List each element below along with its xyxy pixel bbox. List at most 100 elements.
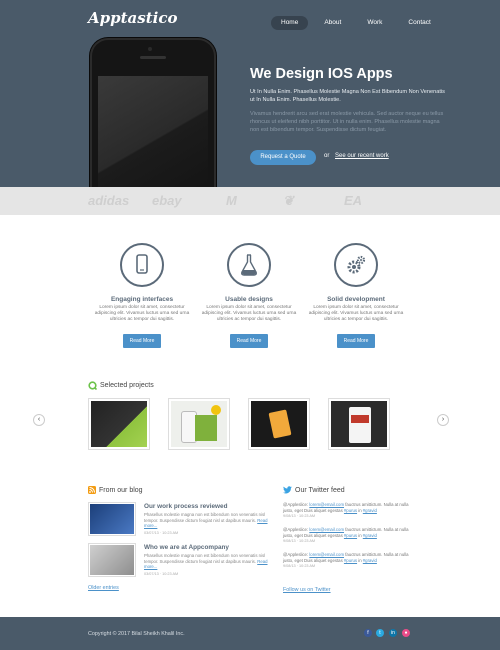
tweet: @Appleslice: lorem@email.com fauctrus am… xyxy=(283,527,411,544)
nav-work[interactable]: Work xyxy=(357,16,392,30)
project-thumbnail-4[interactable] xyxy=(328,398,390,450)
blog-title: From our blog xyxy=(99,486,143,494)
feature-text: Lorem ipsum dolor sit amet, consectetur … xyxy=(308,305,404,323)
or-label: or xyxy=(324,153,330,159)
adidas-trefoil-logo: ❦ xyxy=(283,193,294,208)
recent-work-link[interactable]: See our recent work xyxy=(335,153,389,159)
linkedin-icon[interactable]: in xyxy=(389,629,397,637)
blog-post-meta: 03/07/13 · 10:23 AM xyxy=(144,531,179,535)
tweet-hashtag[interactable]: #purus xyxy=(344,508,357,513)
hero-subtext: Vivamus hendrerit arcu sed erat molestie… xyxy=(250,111,444,133)
tweet-link[interactable]: lorem@email.com xyxy=(309,527,344,532)
feature-text: Lorem ipsum dolor sit amet, consectetur … xyxy=(201,305,297,323)
blog-image xyxy=(90,545,134,575)
blog-post-excerpt: Phasellus molestie magna non est bibendu… xyxy=(144,553,269,570)
tweet-date: 9/08/13 · 10:23 AM xyxy=(283,538,316,543)
tweet: @Appleslice: lorem@email.com fauctrus am… xyxy=(283,502,411,519)
nav-home[interactable]: Home xyxy=(271,16,309,30)
main-nav: Home About Work Contact xyxy=(271,16,441,30)
nav-about[interactable]: About xyxy=(314,16,351,30)
ea-logo: EA xyxy=(344,193,363,208)
tweet-hashtag[interactable]: #gravid xyxy=(363,508,377,513)
app-screen xyxy=(349,407,371,443)
hero-section: Apptastico Home About Work Contact We De… xyxy=(0,0,500,187)
phone-screen xyxy=(98,76,208,187)
logo[interactable]: Apptastico xyxy=(88,9,177,27)
read-more-button[interactable]: Read More xyxy=(123,333,161,348)
dribbble-icon[interactable]: ● xyxy=(402,629,410,637)
tweet-link[interactable]: lorem@email.com xyxy=(309,502,344,507)
project-thumbnail-2[interactable] xyxy=(168,398,230,450)
older-entries-link[interactable]: Older entries xyxy=(88,585,119,591)
blog-post-title[interactable]: Our work process reviewed xyxy=(144,503,227,510)
projects-title: Selected projects xyxy=(100,382,154,389)
psd-badge xyxy=(211,405,221,415)
blog-post: Our work process reviewed Phasellus mole… xyxy=(88,502,268,536)
hero-lead: Ut In Nulla Enim. Phasellus Molestie Mag… xyxy=(250,89,445,103)
project-thumbnail-3[interactable] xyxy=(248,398,310,450)
twitter-icon[interactable]: t xyxy=(376,629,384,637)
tweet-hashtag[interactable]: #purus xyxy=(344,558,357,563)
feature-title: Engaging interfaces xyxy=(110,296,174,303)
project-image xyxy=(331,401,387,447)
blog-heading: From our blog xyxy=(88,486,143,494)
twitter-bird-icon xyxy=(283,486,292,494)
nav-contact[interactable]: Contact xyxy=(398,16,440,30)
facebook-icon[interactable]: f xyxy=(364,629,372,637)
read-more-button[interactable]: Read More xyxy=(337,333,375,348)
feature-title: Usable designs xyxy=(225,296,273,303)
project-image xyxy=(91,401,147,447)
clients-strip: adidas ebay M ❦ EA xyxy=(0,187,500,215)
tweet-handle: @Appleslice: xyxy=(283,502,310,507)
project-thumbnail-1[interactable] xyxy=(88,398,150,450)
blog-thumbnail[interactable] xyxy=(88,502,136,536)
project-image xyxy=(171,401,227,447)
twitter-heading: Our Twitter feed xyxy=(283,486,345,494)
hero-title: We Design IOS Apps xyxy=(250,66,393,82)
rss-icon xyxy=(88,486,96,494)
feature-usable: Usable designs Lorem ipsum dolor sit ame… xyxy=(197,243,301,348)
flask-icon xyxy=(227,243,271,287)
projects-heading: Selected projects xyxy=(88,381,154,390)
blog-post-title[interactable]: Who we are at Appcompany xyxy=(144,544,229,551)
blog-post: Who we are at Appcompany Phasellus moles… xyxy=(88,543,268,577)
blog-image xyxy=(90,504,134,534)
tweet-hashtag[interactable]: #gravid xyxy=(363,558,377,563)
tweet: @Appleslice: lorem@email.com fauctrus am… xyxy=(283,552,411,569)
mcdonalds-logo: M xyxy=(226,193,237,208)
app-screen xyxy=(268,409,292,439)
tweet-date: 9/08/13 · 10:23 AM xyxy=(283,563,316,568)
follow-twitter-link[interactable]: Follow us on Twitter xyxy=(283,587,331,593)
tweet-handle: @Appleslice: xyxy=(283,552,310,557)
psd-box xyxy=(195,415,217,441)
tweet-link[interactable]: lorem@email.com xyxy=(309,552,344,557)
read-more-button[interactable]: Read More xyxy=(230,333,268,348)
speaker-slot xyxy=(140,56,166,59)
copyright: Copyright © 2017 Bilal Sheikh Khalil Inc… xyxy=(88,631,185,637)
feature-solid: Solid development Lorem ipsum dolor sit … xyxy=(304,243,408,348)
carousel-prev-arrow[interactable]: ‹ xyxy=(33,414,45,426)
twitter-title: Our Twitter feed xyxy=(295,486,345,494)
excerpt-text: Phasellus molestie magna non est bibendu… xyxy=(144,553,266,564)
adidas-logo: adidas xyxy=(88,193,130,208)
feature-text: Lorem ipsum dolor sit amet, consectetur … xyxy=(94,305,190,323)
footer: Copyright © 2017 Bilal Sheikh Khalil Inc… xyxy=(0,617,500,650)
tweet-date: 9/08/13 · 10:23 AM xyxy=(283,513,316,518)
request-quote-button[interactable]: Request a Quote xyxy=(250,150,316,165)
blog-post-meta: 03/07/13 · 10:23 AM xyxy=(144,572,179,576)
blog-thumbnail[interactable] xyxy=(88,543,136,577)
project-image xyxy=(251,401,307,447)
iphone-image xyxy=(90,38,216,187)
feature-title: Solid development xyxy=(327,296,385,303)
phone-icon xyxy=(120,243,164,287)
tweet-hashtag[interactable]: #purus xyxy=(344,533,357,538)
camera-dot xyxy=(148,47,152,51)
feature-engaging: Engaging interfaces Lorem ipsum dolor si… xyxy=(90,243,194,348)
carousel-next-arrow[interactable]: › xyxy=(437,414,449,426)
projects-icon xyxy=(88,381,97,390)
tweet-handle: @Appleslice: xyxy=(283,527,310,532)
tweet-hashtag[interactable]: #gravid xyxy=(363,533,377,538)
excerpt-text: Phasellus molestie magna non est bibendu… xyxy=(144,512,266,523)
gears-icon xyxy=(334,243,378,287)
blog-post-excerpt: Phasellus molestie magna non est bibendu… xyxy=(144,512,269,529)
